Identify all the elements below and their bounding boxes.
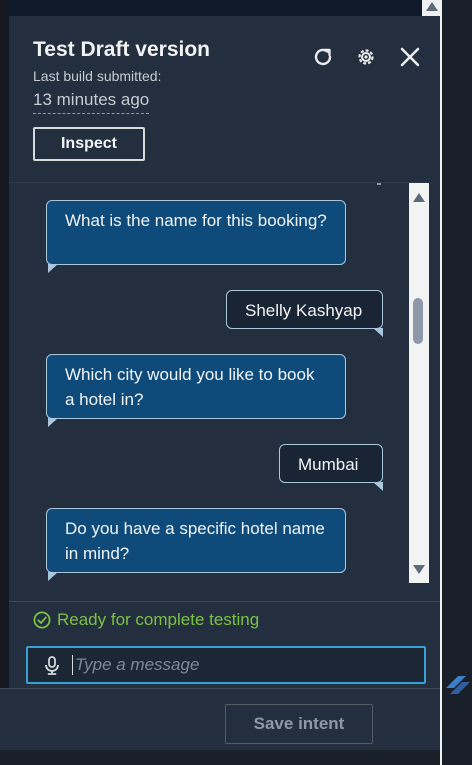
- save-intent-button[interactable]: Save intent: [225, 704, 373, 744]
- divider: [9, 601, 440, 602]
- scroll-thumb[interactable]: [413, 298, 423, 344]
- user-message-tail: [373, 482, 383, 491]
- bot-message-tail: [48, 572, 58, 581]
- build-label: Last build submitted:: [33, 68, 162, 84]
- status-text: Ready for complete testing: [57, 610, 260, 629]
- footer: Save intent: [0, 688, 440, 751]
- chat-scrollbar[interactable]: [409, 183, 429, 583]
- build-time[interactable]: 13 minutes ago: [33, 90, 150, 114]
- message-text: Which city would you like to book a hote…: [65, 365, 315, 409]
- message-text: Shelly Kashyap: [245, 301, 363, 320]
- message-text: Do you have a specific hotel name in min…: [65, 519, 325, 563]
- text-caret: [72, 655, 73, 675]
- user-message: Shelly Kashyap: [226, 290, 383, 329]
- chat-area: What is the name for this booking? Shell…: [9, 182, 429, 583]
- test-panel: Test Draft version Last build submitted:…: [9, 16, 440, 688]
- outer-scroll-up-icon[interactable]: [426, 2, 438, 11]
- message-input[interactable]: Type a message: [26, 646, 426, 684]
- background-left: [0, 0, 8, 765]
- bot-message-tail: [48, 264, 58, 273]
- scroll-down-icon[interactable]: [413, 565, 425, 574]
- user-message-tail: [373, 328, 383, 337]
- message-text: What is the name for this booking?: [65, 211, 327, 230]
- panel-title: Test Draft version: [33, 38, 210, 61]
- check-circle-icon: [33, 611, 51, 629]
- bot-message-tail: [48, 418, 58, 427]
- inspect-button[interactable]: Inspect: [33, 127, 145, 161]
- scroll-marker: [377, 183, 381, 185]
- bot-message: Which city would you like to book a hote…: [46, 354, 346, 419]
- message-text: Mumbai: [298, 455, 359, 474]
- user-message: Mumbai: [279, 444, 383, 483]
- bot-message: Do you have a specific hotel name in min…: [46, 508, 346, 573]
- close-icon[interactable]: [397, 44, 423, 70]
- microphone-icon[interactable]: [42, 655, 62, 675]
- refresh-icon[interactable]: [310, 44, 336, 70]
- status-indicator: Ready for complete testing: [33, 610, 259, 630]
- background-right: [440, 0, 472, 765]
- bot-message: What is the name for this booking?: [46, 200, 346, 265]
- scroll-up-icon[interactable]: [413, 193, 425, 202]
- bottom-strip: [0, 750, 440, 765]
- decorative-icon: [446, 676, 470, 694]
- input-placeholder: Type a message: [75, 655, 200, 674]
- gear-icon[interactable]: [353, 44, 379, 70]
